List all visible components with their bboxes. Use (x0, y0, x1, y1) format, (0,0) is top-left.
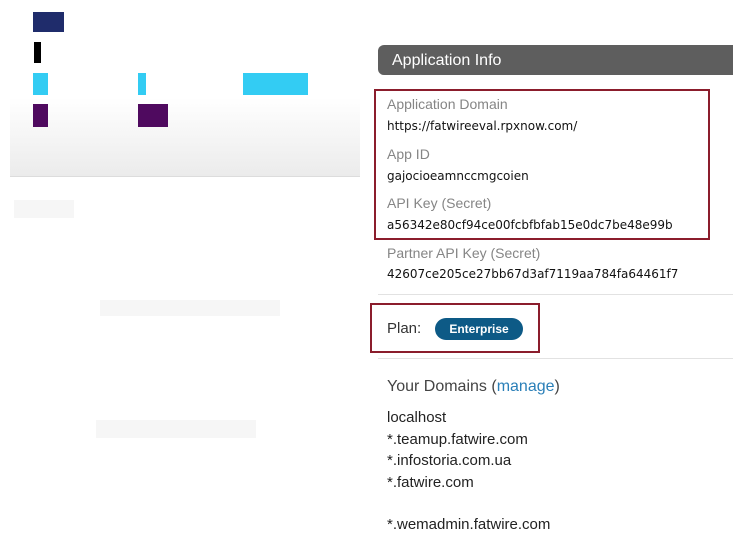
redacted-block-purple-2 (138, 104, 168, 127)
redacted-block-cyan-1 (33, 73, 48, 95)
domain-item: *.fatwire.com (387, 474, 474, 491)
partner-api-key-value: 42607ce205ce27bb67d3af7119aa784fa64461f7 (387, 267, 679, 281)
redacted-block-black (34, 42, 41, 63)
redacted-block-cyan-2 (138, 73, 146, 95)
redacted-block-navy (33, 12, 64, 32)
faint-remnant (100, 300, 280, 316)
highlight-box-keys (374, 89, 710, 240)
domain-item: *.teamup.fatwire.com (387, 431, 528, 448)
divider (378, 294, 733, 295)
paren-close: ) (554, 378, 560, 395)
left-panel (10, 98, 360, 177)
faint-remnant (96, 420, 256, 438)
domains-title-text: Your Domains (387, 378, 487, 395)
domain-item: localhost (387, 409, 447, 426)
domain-item: *.infostoria.com.ua (387, 452, 512, 469)
redacted-block-purple-1 (33, 104, 48, 127)
redacted-block-cyan-3 (243, 73, 308, 95)
domain-item: *.wemadmin.fatwire.com (387, 516, 551, 533)
highlight-box-plan (370, 303, 540, 353)
manage-link[interactable]: manage (497, 378, 555, 395)
divider (378, 358, 733, 359)
partner-api-key-label: Partner API Key (Secret) (387, 245, 541, 261)
faint-remnant (14, 200, 74, 218)
domains-title: Your Domains (manage) (387, 378, 560, 396)
app-info-header: Application Info (378, 45, 733, 75)
